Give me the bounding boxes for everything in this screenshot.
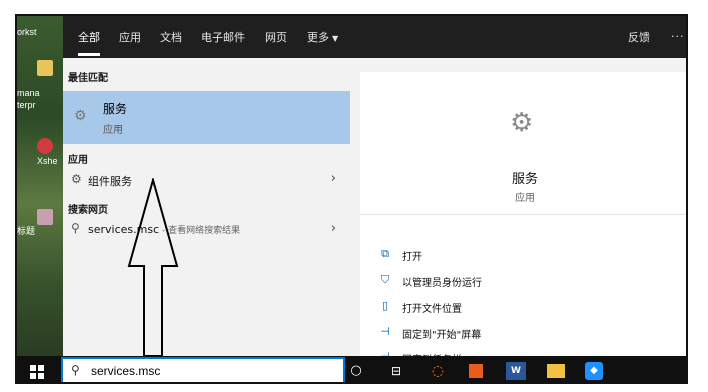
tab-more[interactable]: 更多 ▼	[307, 16, 338, 58]
action-label: 固定到"开始"屏幕	[402, 330, 482, 341]
chevron-right-icon[interactable]: ›	[331, 221, 336, 236]
taskbar: ⚲ services.msc ○ ⊟ ◌ W ◆	[17, 356, 686, 382]
app-blue-icon[interactable]: ◆	[585, 362, 603, 380]
search-input[interactable]: ⚲ services.msc	[61, 357, 345, 382]
search-topbar: 全部 应用 文档 电子邮件 网页 更多 ▼ 反馈 ···	[63, 16, 686, 58]
desktop-background: orkst mana terpr Xshe 标题	[17, 16, 63, 356]
desktop-icon-label: orkst	[17, 27, 37, 37]
desktop-icon-label: Xshe	[37, 156, 58, 166]
action-label: 打开	[402, 252, 422, 263]
desktop-app-icon[interactable]	[37, 209, 53, 225]
desktop-icon-label: mana	[17, 88, 40, 98]
feedback-button[interactable]: 反馈	[628, 16, 650, 58]
details-subtitle: 应用	[515, 193, 535, 204]
app-orange-icon[interactable]: ◌	[429, 362, 447, 380]
best-match-subtitle: 应用	[103, 125, 123, 136]
pin-icon: ⊣	[380, 325, 390, 338]
desktop-app-icon[interactable]	[37, 60, 53, 76]
chevron-right-icon[interactable]: ›	[331, 171, 336, 186]
best-match-title: 服务	[103, 102, 128, 116]
action-label: 打开文件位置	[402, 304, 462, 315]
component-services-icon: ⚙	[71, 172, 82, 186]
open-icon: ⧉	[381, 247, 389, 260]
word-icon[interactable]: W	[506, 362, 526, 380]
tab-all[interactable]: 全部	[78, 16, 100, 58]
best-match-services[interactable]: ⚙ 服务 应用	[63, 91, 350, 144]
chevron-down-icon: ▼	[332, 34, 339, 43]
tab-documents[interactable]: 文档	[160, 16, 182, 58]
start-button[interactable]	[17, 356, 57, 382]
annotation-arrow	[127, 178, 179, 357]
search-flyout: 全部 应用 文档 电子邮件 网页 更多 ▼ 反馈 ··· 最佳匹配 ⚙ 服务 应用…	[63, 16, 686, 366]
app-result-component-services[interactable]: ⚙ 组件服务 ›	[63, 168, 350, 194]
gear-icon: ⚙	[74, 108, 87, 124]
web-search-heading: 搜索网页	[68, 205, 108, 216]
app-presentation-icon[interactable]	[469, 364, 483, 378]
file-location-icon: ▯	[381, 299, 389, 312]
desktop-app-icon[interactable]	[37, 138, 53, 154]
screenshot-frame: orkst mana terpr Xshe 标题 全部 应用 文档 电子邮件 网…	[15, 14, 688, 384]
task-view-icon[interactable]: ⊟	[387, 362, 405, 380]
windows-logo-icon	[30, 365, 44, 379]
details-title: 服务	[511, 172, 538, 187]
details-pane: ⚙ 服务 应用 ⧉ 打开 ⛉ 以管理员身份运行 ▯ 打开文件位置 ⊣ 固定到"开…	[360, 72, 686, 366]
more-options-button[interactable]: ···	[671, 16, 685, 58]
cortana-icon[interactable]: ○	[347, 362, 365, 380]
search-icon: ⚲	[71, 221, 80, 235]
results-pane: 最佳匹配 ⚙ 服务 应用 应用 ⚙ 组件服务 › 搜索网页 ⚲ services…	[63, 58, 350, 357]
best-match-heading: 最佳匹配	[68, 73, 108, 84]
divider	[360, 214, 686, 215]
web-result-services-msc[interactable]: ⚲ services.msc - 查看网络搜索结果 ›	[63, 218, 350, 244]
search-input-value: services.msc	[91, 364, 161, 378]
desktop-icon-label: 标题	[17, 226, 36, 236]
tab-apps[interactable]: 应用	[119, 16, 141, 58]
tab-email[interactable]: 电子邮件	[201, 16, 245, 58]
tab-web[interactable]: 网页	[265, 16, 287, 58]
file-explorer-icon[interactable]	[547, 364, 565, 378]
gear-icon: ⚙	[510, 108, 534, 138]
desktop-icon-label: terpr	[17, 100, 36, 110]
action-label: 以管理员身份运行	[402, 278, 482, 289]
search-icon: ⚲	[71, 363, 80, 377]
shield-icon: ⛉	[380, 273, 390, 286]
apps-heading: 应用	[68, 155, 88, 166]
